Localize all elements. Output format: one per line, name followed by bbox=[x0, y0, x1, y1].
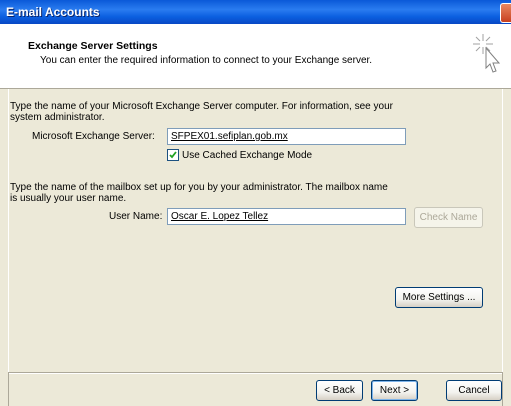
user-name-input[interactable]: Oscar E. Lopez Tellez bbox=[167, 208, 406, 225]
email-accounts-dialog: E-mail Accounts Exchange Server Settings… bbox=[0, 0, 511, 406]
more-settings-button[interactable]: More Settings ... bbox=[395, 287, 483, 308]
header-subtitle: You can enter the required information t… bbox=[40, 55, 373, 66]
checkmark-icon bbox=[169, 151, 177, 159]
cached-mode-checkbox[interactable] bbox=[167, 149, 179, 161]
user-name-label: User Name: bbox=[109, 211, 163, 222]
title-bar[interactable]: E-mail Accounts bbox=[0, 0, 511, 24]
window-title: E-mail Accounts bbox=[6, 5, 100, 19]
server-intro-line2: system administrator. bbox=[10, 112, 105, 123]
check-name-button[interactable]: Check Name bbox=[414, 207, 483, 228]
mailbox-intro-line1: Type the name of the mailbox set up for … bbox=[10, 182, 388, 193]
next-button[interactable]: Next > bbox=[371, 380, 418, 401]
cursor-sparkle-icon bbox=[473, 34, 501, 73]
exchange-server-input[interactable]: SFPEX01.sefiplan.gob.mx bbox=[167, 128, 406, 145]
wizard-header: Exchange Server Settings You can enter t… bbox=[0, 24, 511, 89]
cancel-button[interactable]: Cancel bbox=[446, 380, 502, 401]
server-label: Microsoft Exchange Server: bbox=[32, 131, 155, 142]
server-intro-line1: Type the name of your Microsoft Exchange… bbox=[10, 101, 393, 112]
header-title: Exchange Server Settings bbox=[28, 40, 158, 52]
mailbox-intro-line2: is usually your user name. bbox=[10, 193, 127, 204]
close-button[interactable] bbox=[500, 3, 511, 23]
back-button[interactable]: < Back bbox=[316, 380, 363, 401]
cached-mode-label[interactable]: Use Cached Exchange Mode bbox=[182, 150, 312, 161]
